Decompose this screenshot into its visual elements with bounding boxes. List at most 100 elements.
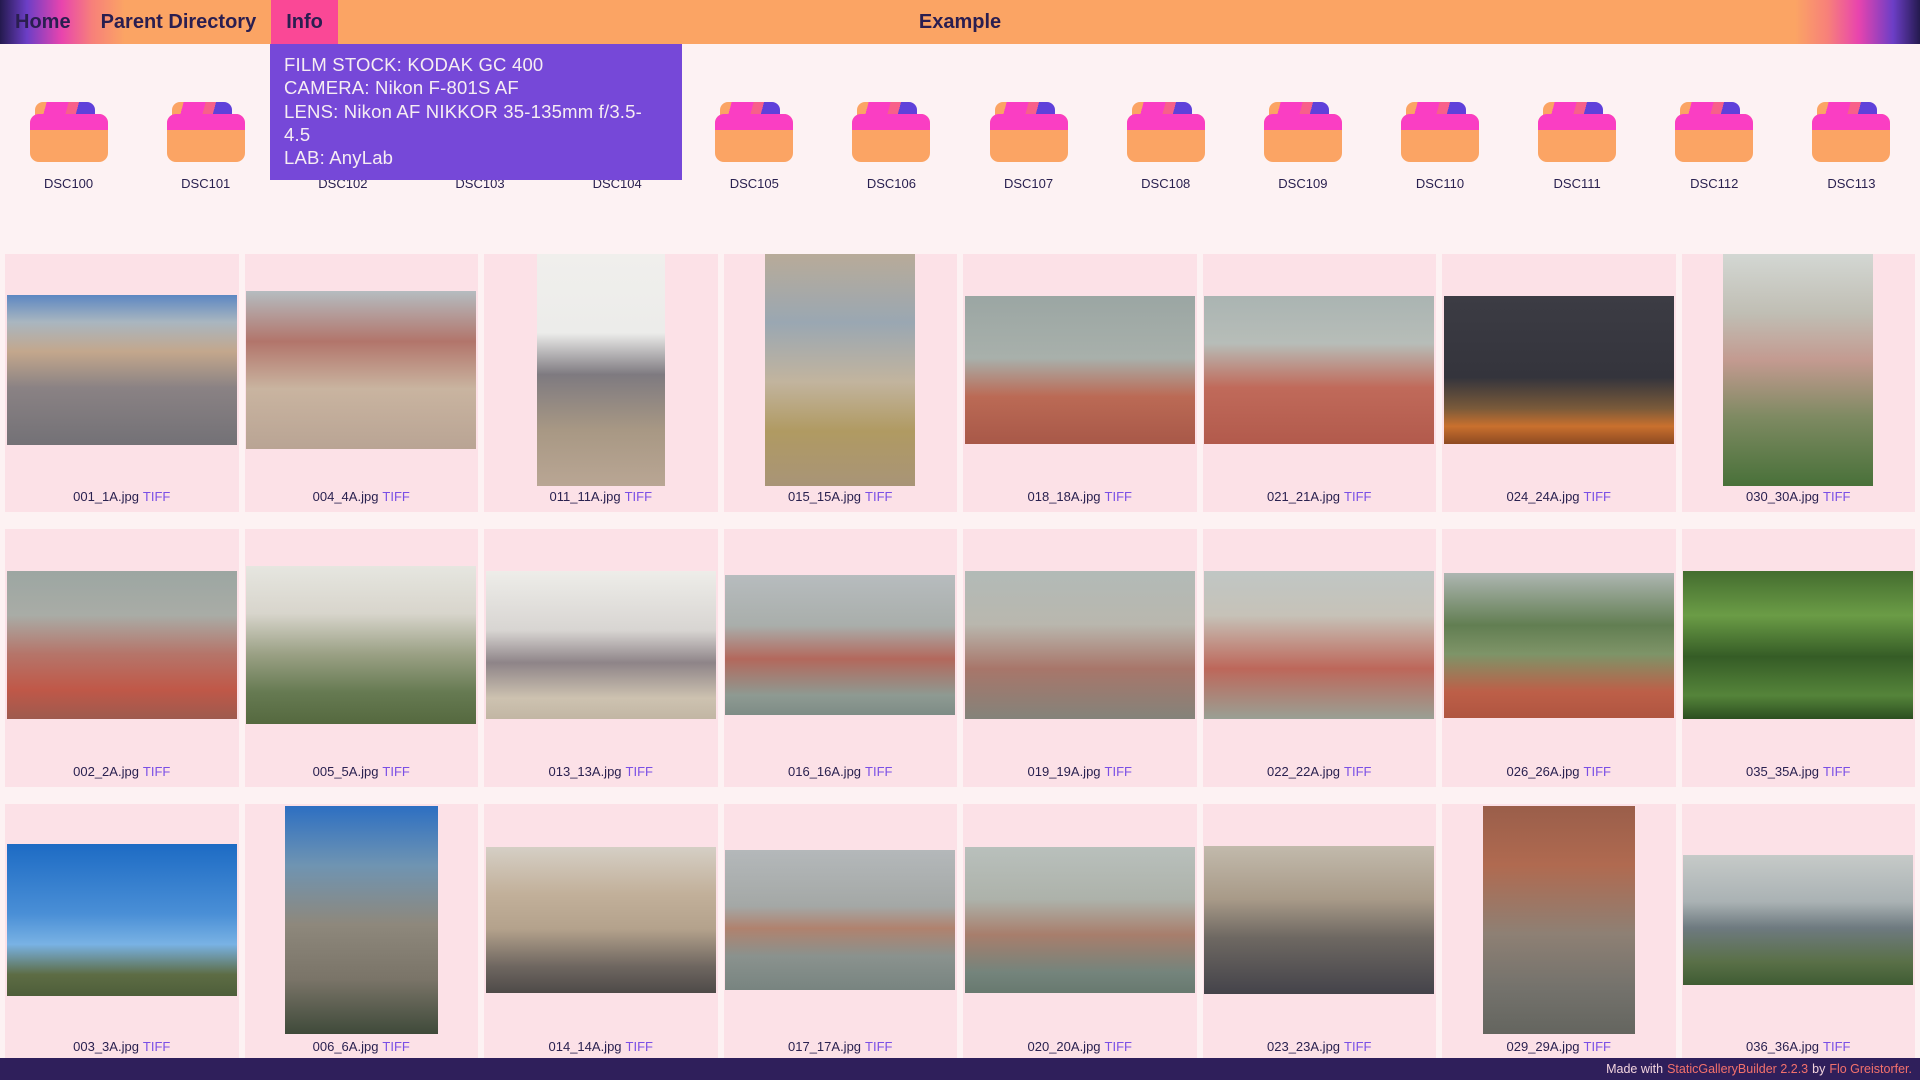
thumbnail-caption: 021_21A.jpgTIFF [1203,486,1437,512]
tiff-link[interactable]: TIFF [143,1039,170,1054]
folder-icon [1675,102,1753,162]
thumbnail-image[interactable] [765,254,915,486]
thumbnail-caption: 024_24A.jpgTIFF [1442,486,1676,512]
thumbnail-image[interactable] [246,566,476,724]
tiff-link[interactable]: TIFF [382,489,409,504]
nav-item-info[interactable]: Info [271,0,338,44]
thumbnail-image[interactable] [965,296,1195,444]
folder-item-dsc106[interactable]: DSC106 [823,102,960,191]
folder-flap [1675,114,1753,130]
folder-item-dsc100[interactable]: DSC100 [0,102,137,191]
thumbnail-image[interactable] [486,571,716,719]
image-filename: 014_14A.jpg [549,1039,622,1054]
gallery-cell: 015_15A.jpg TIFF [724,254,958,512]
tiff-link[interactable]: TIFF [626,1039,653,1054]
gallery-cell: 001_1A.jpg TIFF [5,254,239,512]
tiff-link[interactable]: TIFF [865,1039,892,1054]
gallery-cell: 014_14A.jpg TIFF [484,804,718,1062]
folder-item-dsc109[interactable]: DSC109 [1234,102,1371,191]
thumbnail-image[interactable] [7,295,237,445]
folder-icon [1127,102,1205,162]
tiff-link[interactable]: TIFF [143,489,170,504]
footer-author-link[interactable]: Flo Greistorfer. [1829,1062,1912,1076]
thumbnail-wrap [724,804,958,1036]
tiff-link[interactable]: TIFF [625,489,652,504]
tiff-link[interactable]: TIFF [382,764,409,779]
gallery-grid: 001_1A.jpgTIFF004_4A.jpgTIFF011_11A.jpgT… [0,254,1920,1062]
gallery-cell: 006_6A.jpgTIFF [245,804,479,1062]
thumbnail-image[interactable] [1444,296,1674,444]
tiff-link[interactable]: TIFF [1823,489,1850,504]
folder-item-dsc112[interactable]: DSC112 [1646,102,1783,191]
tiff-link[interactable]: TIFF [865,764,892,779]
tiff-link[interactable]: TIFF [1344,1039,1371,1054]
thumbnail-image[interactable] [1723,254,1873,486]
image-filename: 019_19A.jpg [1028,764,1101,779]
image-filename: 018_18A.jpg [1028,489,1101,504]
thumbnail-wrap [245,529,479,761]
tiff-link[interactable]: TIFF [1584,489,1611,504]
thumbnail-image[interactable] [1204,846,1434,994]
thumbnail-image[interactable] [7,571,237,719]
folder-item-dsc108[interactable]: DSC108 [1097,102,1234,191]
thumbnail-image[interactable] [537,254,665,486]
tiff-link[interactable]: TIFF [382,1039,409,1054]
thumbnail-image[interactable] [965,571,1195,719]
gallery-cell: 018_18A.jpg TIFF [963,254,1197,512]
gallery-cell: 016_16A.jpgTIFF [724,529,958,787]
tiff-link[interactable]: TIFF [1584,1039,1611,1054]
tiff-link[interactable]: TIFF [1344,764,1371,779]
thumbnail-image[interactable] [1204,571,1434,719]
image-filename: 029_29A.jpg [1507,1039,1580,1054]
folder-flap [1401,114,1479,130]
image-filename: 030_30A.jpg [1746,489,1819,504]
tiff-link[interactable]: TIFF [1823,764,1850,779]
thumbnail-image[interactable] [486,847,716,993]
thumbnail-wrap [484,254,718,486]
folder-flap [852,114,930,130]
image-filename: 020_20A.jpg [1028,1039,1101,1054]
folder-item-dsc110[interactable]: DSC110 [1371,102,1508,191]
folder-icon [167,102,245,162]
nav-item-home[interactable]: Home [0,0,86,44]
thumbnail-caption: 016_16A.jpgTIFF [724,761,958,787]
thumbnail-image[interactable] [725,850,955,990]
footer-builder-link[interactable]: StaticGalleryBuilder 2.2.3 [1667,1062,1808,1076]
tiff-link[interactable]: TIFF [1105,1039,1132,1054]
tiff-link[interactable]: TIFF [1584,764,1611,779]
folder-flap [1127,114,1205,130]
tiff-link[interactable]: TIFF [143,764,170,779]
image-filename: 023_23A.jpg [1267,1039,1340,1054]
thumbnail-caption: 005_5A.jpgTIFF [245,761,479,787]
thumbnail-image[interactable] [1204,296,1434,444]
thumbnail-image[interactable] [246,291,476,449]
tiff-link[interactable]: TIFF [626,764,653,779]
folder-item-dsc105[interactable]: DSC105 [686,102,823,191]
tiff-link[interactable]: TIFF [865,489,892,504]
gallery-cell: 019_19A.jpg TIFF [963,529,1197,787]
tiff-link[interactable]: TIFF [1344,489,1371,504]
image-filename: 022_22A.jpg [1267,764,1340,779]
thumbnail-image[interactable] [1483,806,1635,1034]
folder-item-dsc113[interactable]: DSC113 [1783,102,1920,191]
thumbnail-image[interactable] [1683,571,1913,719]
thumbnail-image[interactable] [285,806,438,1034]
image-filename: 001_1A.jpg [73,489,139,504]
tiff-link[interactable]: TIFF [1105,764,1132,779]
thumbnail-image[interactable] [725,575,955,715]
folder-item-dsc111[interactable]: DSC111 [1509,102,1646,191]
tiff-link[interactable]: TIFF [1105,489,1132,504]
folder-item-dsc107[interactable]: DSC107 [960,102,1097,191]
nav-item-parent-directory[interactable]: Parent Directory [86,0,272,44]
thumbnail-image[interactable] [965,847,1195,993]
folder-item-dsc101[interactable]: DSC101 [137,102,274,191]
thumbnail-wrap [484,529,718,761]
thumbnail-image[interactable] [1683,855,1913,985]
image-filename: 005_5A.jpg [313,764,379,779]
thumbnail-caption: 011_11A.jpgTIFF [484,486,718,512]
tiff-link[interactable]: TIFF [1823,1039,1850,1054]
thumbnail-image[interactable] [1444,573,1674,718]
folder-icon [852,102,930,162]
thumbnail-image[interactable] [7,844,237,996]
image-filename: 015_15A.jpg [788,489,861,504]
